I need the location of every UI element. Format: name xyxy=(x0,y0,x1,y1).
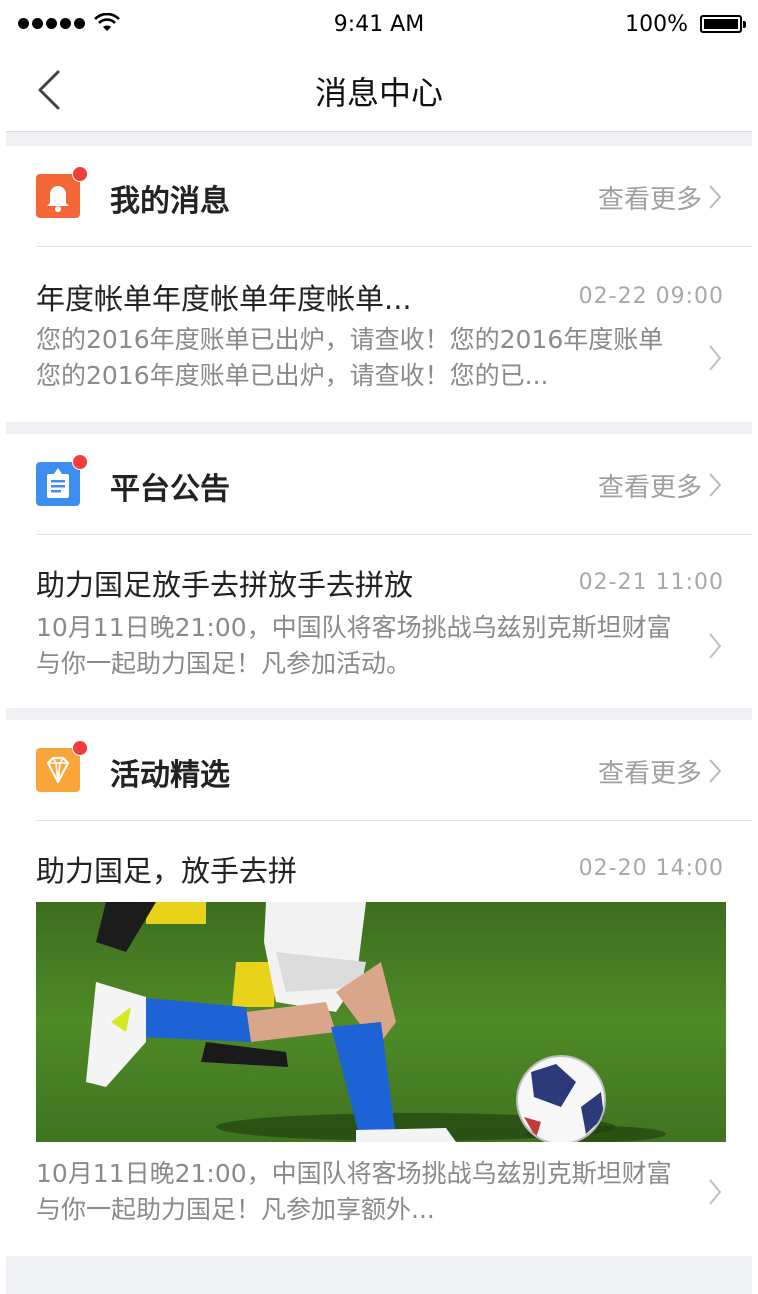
unread-dot xyxy=(72,740,88,756)
activity-banner-image[interactable] xyxy=(36,902,726,1142)
bell-icon xyxy=(36,174,80,218)
message-body: 10月11日晚21:00，中国队将客场挑战乌兹别克斯坦财富与你一起助力国足！凡参… xyxy=(36,1159,672,1224)
chevron-right-icon[interactable] xyxy=(708,632,722,660)
message-center-screen: 9:41 AM 100% 消息中心 我的消息 查看更多 年度帐单年度帐单年度帐单… xyxy=(0,0,758,1294)
section-platform-announcements: 平台公告 查看更多 助力国足放手去拼放手去拼放 02-21 11:00 10月1… xyxy=(6,434,752,708)
message-time: 02-21 11:00 xyxy=(578,570,724,595)
message-body: 10月11日晚21:00，中国队将客场挑战乌兹别克斯坦财富与你一起助力国足！凡参… xyxy=(36,613,672,678)
chevron-right-icon[interactable] xyxy=(708,184,722,210)
message-title: 助力国足放手去拼放手去拼放 xyxy=(36,568,414,602)
notice-board-icon xyxy=(36,462,80,506)
section-title: 我的消息 xyxy=(110,184,230,219)
nav-bar: 消息中心 xyxy=(0,50,758,132)
chevron-right-icon[interactable] xyxy=(708,344,722,372)
view-more-link[interactable]: 查看更多 xyxy=(598,753,702,790)
section-header: 活动精选 查看更多 xyxy=(6,720,752,820)
section-title: 平台公告 xyxy=(110,472,230,507)
unread-dot xyxy=(72,454,88,470)
view-more-link[interactable]: 查看更多 xyxy=(598,179,702,216)
battery-icon xyxy=(700,15,746,33)
message-title: 年度帐单年度帐单年度帐单... xyxy=(36,282,412,316)
diamond-icon xyxy=(36,748,80,792)
status-bar: 9:41 AM 100% xyxy=(0,0,758,50)
message-time: 02-20 14:00 xyxy=(578,856,724,881)
divider xyxy=(36,246,752,247)
unread-dot xyxy=(72,166,88,182)
message-body: 您的2016年度账单已出炉，请查收！您的2016年度账单您的2016年度账单已出… xyxy=(36,325,664,390)
chevron-right-icon[interactable] xyxy=(708,1178,722,1206)
section-header: 我的消息 查看更多 xyxy=(6,146,752,246)
chevron-right-icon[interactable] xyxy=(708,758,722,784)
divider xyxy=(36,534,752,535)
section-title: 活动精选 xyxy=(110,758,230,793)
view-more-link[interactable]: 查看更多 xyxy=(598,467,702,504)
section-featured-activities: 活动精选 查看更多 助力国足，放手去拼 02-20 14:00 10月11日晚2… xyxy=(6,720,752,1256)
section-my-messages: 我的消息 查看更多 年度帐单年度帐单年度帐单... 02-22 09:00 您的… xyxy=(6,146,752,422)
page-title: 消息中心 xyxy=(314,74,443,112)
divider xyxy=(36,820,752,821)
section-header: 平台公告 查看更多 xyxy=(6,434,752,534)
battery-percent: 100% xyxy=(625,12,688,37)
chevron-right-icon[interactable] xyxy=(708,472,722,498)
message-time: 02-22 09:00 xyxy=(578,284,724,309)
message-title: 助力国足，放手去拼 xyxy=(36,854,298,888)
